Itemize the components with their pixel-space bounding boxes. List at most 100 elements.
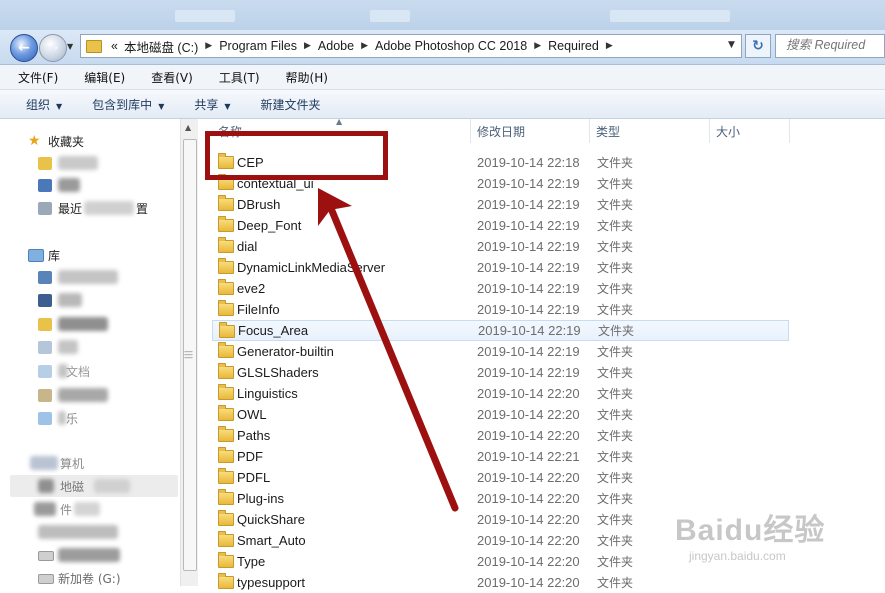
address-bar[interactable]: « 本地磁盘 (C:) ▶ Program Files ▶ Adobe ▶ Ad… [80,34,742,58]
sidebar-item-favorite[interactable] [0,175,170,195]
sidebar-item-drive[interactable] [0,545,170,565]
include-in-library-label: 包含到库中 [92,97,153,112]
column-divider[interactable] [789,119,790,143]
column-header-date[interactable]: 修改日期 [477,119,587,143]
address-overflow[interactable]: « [108,39,121,53]
history-dropdown-icon[interactable]: ▼ [67,42,75,51]
forward-button[interactable]: → [39,34,67,62]
sidebar-item-library[interactable] [0,314,170,334]
watermark: Baidu经验 jingyan.baidu.com [675,505,825,563]
column-divider[interactable] [589,119,590,143]
blurred-label [58,388,108,402]
sidebar-item-favorite[interactable] [0,153,170,173]
refresh-button[interactable]: ↻ [745,34,771,58]
file-type: 文件夹 [597,198,634,212]
file-type: 文件夹 [597,534,634,548]
sidebar-item-documents[interactable]: 文档 [0,361,170,381]
folder-icon [218,279,234,295]
column-date-label: 修改日期 [477,124,526,139]
sidebar-item-drive[interactable] [0,522,170,542]
sidebar-item-library[interactable] [0,337,170,357]
breadcrumb-separator-icon[interactable]: ▶ [530,41,545,51]
column-header-type[interactable]: 类型 [596,119,706,143]
file-name: Plug-ins [237,491,284,506]
organize-button[interactable]: 组织 ▼ [20,96,68,113]
menu-help[interactable]: 帮助(H) [268,69,336,86]
breadcrumb-photoshop[interactable]: Adobe Photoshop CC 2018 [372,39,530,53]
computer-header[interactable]: 算机 [0,453,170,473]
drive-label: 件 [60,502,73,517]
navigation-pane-scrollbar[interactable]: ▲ — — — [180,119,198,586]
breadcrumb-separator-icon[interactable]: ▶ [201,41,216,51]
chevron-down-icon: ▼ [224,101,231,111]
back-arrow-icon: ← [18,40,30,56]
folder-icon [218,468,234,484]
file-name: Linguistics [237,386,298,401]
file-name: dial [237,239,258,254]
file-date: 2019-10-14 22:19 [477,197,580,212]
file-row[interactable]: Linguistics 2019-10-14 22:20 文件夹 [212,383,787,404]
address-dropdown-icon[interactable]: ▼ [728,40,735,50]
column-divider[interactable] [470,119,471,143]
column-header-size[interactable]: 大小 [716,119,786,143]
folder-icon [218,195,234,211]
file-row[interactable]: FileInfo 2019-10-14 22:19 文件夹 [212,299,787,320]
file-row[interactable]: OWL 2019-10-14 22:20 文件夹 [212,404,787,425]
blurred-label [94,479,130,493]
file-type: 文件夹 [597,408,634,422]
sidebar-item-drive[interactable]: 件 [0,499,170,519]
column-divider[interactable] [709,119,710,143]
sidebar-item-library[interactable] [0,290,170,310]
file-row[interactable]: PDF 2019-10-14 22:21 文件夹 [212,446,787,467]
file-row[interactable]: eve2 2019-10-14 22:19 文件夹 [212,278,787,299]
scroll-up-icon[interactable]: ▲ [185,123,191,132]
folder-icon [218,573,234,589]
breadcrumb-separator-icon[interactable]: ▶ [300,41,315,51]
breadcrumb-program-files[interactable]: Program Files [216,39,300,53]
file-row[interactable]: PDFL 2019-10-14 22:20 文件夹 [212,467,787,488]
file-row[interactable]: typesupport 2019-10-14 22:20 文件夹 [212,572,787,593]
menu-edit[interactable]: 编辑(E) [66,69,133,86]
drive-icon [34,502,56,516]
search-box[interactable] [775,34,885,58]
file-row[interactable]: GLSLShaders 2019-10-14 22:19 文件夹 [212,362,787,383]
file-row[interactable]: Generator-builtin 2019-10-14 22:19 文件夹 [212,341,787,362]
drive-icon [38,574,54,584]
sidebar-item-recent[interactable]: 最近 置 [0,198,170,218]
breadcrumb-separator-icon[interactable]: ▶ [602,41,617,51]
menu-tools[interactable]: 工具(T) [201,69,268,86]
file-row[interactable]: Paths 2019-10-14 22:20 文件夹 [212,425,787,446]
breadcrumb-required[interactable]: Required [545,39,602,53]
file-name: Focus_Area [238,323,309,338]
sidebar-item-music[interactable]: 乐 [0,408,170,428]
documents-label: 文档 [66,364,91,379]
sidebar-item-library[interactable] [0,385,170,405]
blurred-label [58,317,108,331]
file-date: 2019-10-14 22:20 [477,491,580,506]
file-type: 文件夹 [597,240,634,254]
file-row[interactable]: Focus_Area 2019-10-14 22:19 文件夹 [212,320,789,341]
file-date: 2019-10-14 22:19 [477,365,580,380]
file-row[interactable]: Deep_Font 2019-10-14 22:19 文件夹 [212,215,787,236]
blurred-label [58,411,66,425]
file-row[interactable]: DBrush 2019-10-14 22:19 文件夹 [212,194,787,215]
library-item-icon [38,340,52,354]
file-name: typesupport [237,575,305,590]
breadcrumb-adobe[interactable]: Adobe [315,39,357,53]
breadcrumb-separator-icon[interactable]: ▶ [357,41,372,51]
menu-view[interactable]: 查看(V) [133,69,201,86]
menu-file[interactable]: 文件(F) [0,69,66,86]
back-button[interactable]: ← [10,34,38,62]
sidebar-item-library[interactable] [0,267,170,287]
new-folder-button[interactable]: 新建文件夹 [255,96,327,113]
include-in-library-button[interactable]: 包含到库中 ▼ [86,96,170,113]
sidebar-item-new-volume[interactable]: 新加卷 (G:) [0,568,170,588]
file-row[interactable]: dial 2019-10-14 22:19 文件夹 [212,236,787,257]
sidebar-item-local-disk[interactable]: 地磁 [10,475,178,497]
breadcrumb-local-disk[interactable]: 本地磁盘 (C:) [121,37,201,56]
file-type: 文件夹 [597,450,634,464]
file-type: 文件夹 [597,576,634,590]
search-input[interactable] [776,35,885,55]
share-button[interactable]: 共享 ▼ [188,96,236,113]
file-row[interactable]: DynamicLinkMediaServer 2019-10-14 22:19 文件… [212,257,787,278]
